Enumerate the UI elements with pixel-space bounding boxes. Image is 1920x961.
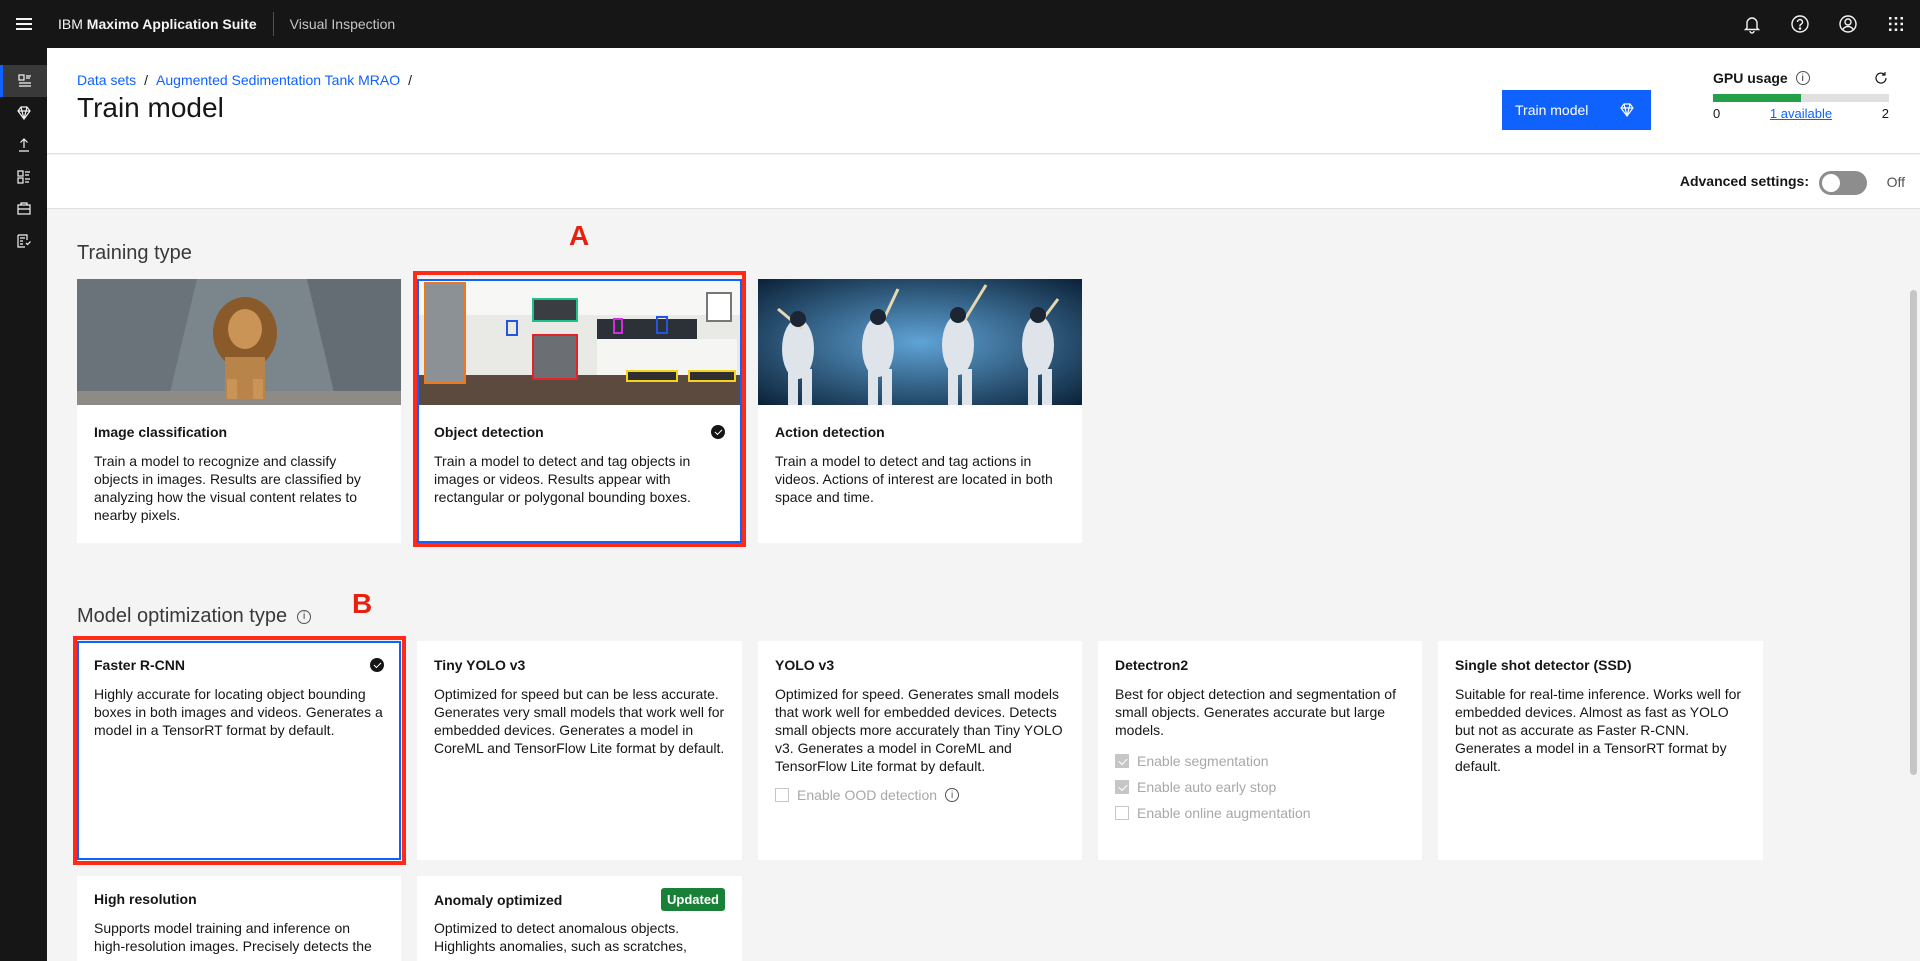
train-model-button[interactable]: Train model: [1502, 90, 1651, 130]
top-header: IBM Maximo Application Suite Visual Insp…: [0, 0, 1920, 48]
page-header: Data sets / Augmented Sedimentation Tank…: [47, 48, 1920, 154]
checkbox-label: Enable segmentation: [1137, 753, 1269, 769]
gpu-min: 0: [1713, 106, 1721, 121]
models-icon[interactable]: [0, 97, 47, 129]
datasets-icon[interactable]: [0, 65, 47, 97]
card-title: Detectron2: [1115, 657, 1189, 673]
advanced-settings-bar: Advanced settings: Off: [47, 155, 1920, 209]
card-title: Action detection: [775, 424, 885, 440]
brand-prefix: IBM: [58, 16, 83, 32]
page-title: Train model: [77, 92, 224, 123]
card-description: Optimized for speed. Generates small mod…: [775, 686, 1063, 774]
breadcrumb-datasets[interactable]: Data sets: [77, 72, 136, 88]
projects-icon[interactable]: [0, 161, 47, 193]
product-name: Visual Inspection: [289, 16, 396, 32]
updated-badge: Updated: [661, 888, 725, 911]
model-card-ssd[interactable]: Single shot detector (SSD) Suitable for …: [1438, 641, 1763, 860]
checkbox-box: [1115, 806, 1129, 820]
model-optimization-title: Model optimization type i: [77, 605, 312, 628]
annotation-label-b: B: [352, 588, 373, 619]
auto-early-stop-checkbox[interactable]: Enable auto early stop: [1115, 779, 1405, 795]
menu-icon[interactable]: [0, 0, 48, 48]
checkbox-box: [1115, 780, 1129, 794]
card-description: Optimized for speed but can be less accu…: [434, 686, 725, 756]
model-card-detectron2[interactable]: Detectron2 Best for object detection and…: [1098, 641, 1422, 860]
card-description: Best for object detection and segmentati…: [1115, 686, 1396, 738]
training-type-heading: Training type: [77, 242, 192, 264]
notification-icon[interactable]: [1728, 0, 1776, 48]
breadcrumb-separator: /: [408, 72, 413, 88]
segmentation-checkbox[interactable]: Enable segmentation: [1115, 753, 1405, 769]
reports-icon[interactable]: [0, 225, 47, 257]
card-description: Train a model to recognize and classify …: [94, 453, 361, 523]
advanced-settings-label: Advanced settings:: [1679, 173, 1809, 189]
card-title: Single shot detector (SSD): [1455, 657, 1632, 673]
advanced-settings-state: Off: [1886, 174, 1905, 190]
annotation-box-a: [413, 271, 746, 547]
card-description: Optimized to detect anomalous objects. H…: [434, 920, 687, 954]
gpu-usage-fill: [1713, 94, 1801, 102]
checkbox-label: Enable online augmentation: [1137, 805, 1311, 821]
breadcrumb: Data sets / Augmented Sedimentation Tank…: [77, 72, 412, 88]
scrollbar[interactable]: [1910, 290, 1917, 775]
annotation-box-b: [73, 636, 406, 865]
brand-suite: Maximo Application Suite: [86, 16, 257, 32]
card-description: Train a model to detect and tag actions …: [775, 453, 1053, 505]
card-description: Supports model training and inference on…: [94, 920, 372, 954]
model-card-tiny-yolo-v3[interactable]: Tiny YOLO v3 Optimized for speed but can…: [417, 641, 742, 860]
model-card-anomaly-optimized[interactable]: Anomaly optimized Updated Optimized to de…: [417, 876, 742, 961]
training-type-title: Training type: [77, 242, 192, 265]
diamond-icon: [1620, 103, 1634, 117]
gpu-usage: GPU usage i 0 1 available 2: [1713, 70, 1889, 121]
model-card-yolo-v3[interactable]: YOLO v3 Optimized for speed. Generates s…: [758, 641, 1082, 860]
train-model-label: Train model: [1515, 102, 1589, 118]
deploy-icon[interactable]: [0, 129, 47, 161]
card-title: Image classification: [94, 424, 228, 440]
training-card-image-classification[interactable]: Image classification Train a model to re…: [77, 279, 401, 543]
gpu-usage-title: GPU usage: [1713, 70, 1788, 86]
baseball-image: [758, 279, 1082, 405]
online-augmentation-checkbox[interactable]: Enable online augmentation: [1115, 805, 1405, 821]
side-rail: [0, 48, 47, 961]
app-switcher-icon[interactable]: [1872, 0, 1920, 48]
info-icon[interactable]: i: [945, 788, 960, 802]
advanced-settings-toggle[interactable]: [1819, 171, 1867, 195]
card-description: Suitable for real-time inference. Works …: [1455, 686, 1742, 774]
gpu-available-link[interactable]: 1 available: [1770, 106, 1832, 121]
card-title: YOLO v3: [775, 657, 835, 673]
brand-name[interactable]: IBM Maximo Application Suite: [48, 12, 274, 36]
user-icon[interactable]: [1824, 0, 1872, 48]
model-card-high-resolution[interactable]: High resolution Supports model training …: [77, 876, 401, 961]
gpu-usage-bar: [1713, 94, 1889, 102]
checkbox-box: [775, 788, 789, 802]
help-icon[interactable]: [1776, 0, 1824, 48]
breadcrumb-dataset[interactable]: Augmented Sedimentation Tank MRAO: [156, 72, 400, 88]
edge-icon[interactable]: [0, 193, 47, 225]
card-title: Anomaly optimized: [434, 891, 563, 908]
refresh-icon[interactable]: [1873, 70, 1889, 86]
lion-image: [77, 279, 401, 405]
checkbox-label: Enable auto early stop: [1137, 779, 1277, 795]
card-title: Tiny YOLO v3: [434, 657, 526, 673]
model-optimization-heading: Model optimization type: [77, 605, 288, 627]
breadcrumb-separator: /: [144, 72, 149, 88]
annotation-label-a: A: [569, 220, 590, 251]
info-icon[interactable]: i: [297, 609, 312, 624]
training-card-action-detection[interactable]: Action detection Train a model to detect…: [758, 279, 1082, 543]
checkbox-label: Enable OOD detection: [797, 787, 938, 803]
checkbox-box: [1115, 754, 1129, 768]
card-title: High resolution: [94, 891, 197, 907]
ood-detection-checkbox[interactable]: Enable OOD detection i: [775, 787, 1065, 803]
gpu-max: 2: [1881, 106, 1889, 121]
info-icon[interactable]: i: [1795, 71, 1810, 85]
